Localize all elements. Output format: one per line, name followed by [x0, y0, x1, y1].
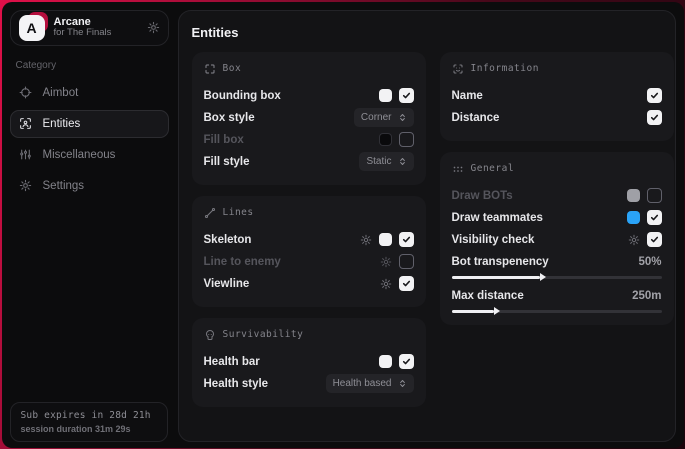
- sliders-icon: [19, 148, 32, 161]
- entity-scan-icon: [19, 117, 32, 130]
- sidebar-item-label: Miscellaneous: [43, 149, 116, 161]
- sidebar-item-label: Settings: [43, 180, 85, 192]
- setting-row-fill-box: Fill box: [204, 129, 414, 151]
- setting-row-health-bar: Health bar: [204, 351, 414, 373]
- bounding-box-color-swatch[interactable]: [379, 89, 392, 102]
- card-title: Survivability: [223, 329, 304, 340]
- lines-card: Lines Skeleton: [192, 196, 426, 307]
- distance-checkbox[interactable]: [647, 110, 662, 125]
- draw-bots-color-swatch[interactable]: [627, 189, 640, 202]
- name-checkbox[interactable]: [647, 88, 662, 103]
- chevrons-up-down-icon: [398, 379, 407, 388]
- fill-box-color-swatch[interactable]: [379, 133, 392, 146]
- app-logo: A: [19, 15, 45, 41]
- page-title: Entities: [192, 25, 675, 40]
- sidebar-item-entities[interactable]: Entities: [10, 110, 169, 138]
- viewline-checkbox[interactable]: [399, 276, 414, 291]
- app-window: A Arcane for The Finals Category: [2, 2, 684, 448]
- health-bar-color-swatch[interactable]: [379, 355, 392, 368]
- health-style-dropdown[interactable]: Health based: [326, 374, 414, 393]
- health-bar-checkbox[interactable]: [399, 354, 414, 369]
- sidebar-item-settings[interactable]: Settings: [10, 172, 169, 200]
- skeleton-settings-gear-icon[interactable]: [360, 234, 372, 246]
- skull-icon: [204, 329, 216, 341]
- bot-transparency-slider[interactable]: [452, 276, 662, 279]
- chevrons-up-down-icon: [398, 113, 407, 122]
- draw-teammates-color-swatch[interactable]: [627, 211, 640, 224]
- information-card: Information Name Distance: [440, 52, 674, 141]
- main-panel: Entities Box Bounding box: [178, 10, 676, 442]
- draw-bots-checkbox[interactable]: [647, 188, 662, 203]
- crosshair-icon: [19, 86, 32, 99]
- card-title: Information: [471, 63, 539, 74]
- setting-row-bounding-box: Bounding box: [204, 85, 414, 107]
- bot-transparency-group: Bot transpenency 50%: [452, 253, 662, 279]
- visibility-check-settings-gear-icon[interactable]: [628, 234, 640, 246]
- setting-row-health-style: Health style Health based: [204, 373, 414, 395]
- face-scan-icon: [452, 63, 464, 75]
- max-distance-slider[interactable]: [452, 310, 662, 313]
- sidebar-item-miscellaneous[interactable]: Miscellaneous: [10, 141, 169, 169]
- setting-row-visibility-check: Visibility check: [452, 229, 662, 251]
- column-left: Box Bounding box Box style: [192, 52, 426, 418]
- skeleton-checkbox[interactable]: [399, 232, 414, 247]
- sidebar-item-label: Entities: [43, 118, 81, 130]
- bot-transparency-value: 50%: [638, 256, 661, 268]
- line-to-enemy-settings-gear-icon[interactable]: [380, 256, 392, 268]
- grid-dots-icon: [452, 163, 464, 175]
- max-distance-slider-fill[interactable]: [452, 310, 494, 313]
- box-style-dropdown[interactable]: Corner: [354, 108, 414, 127]
- visibility-check-checkbox[interactable]: [647, 232, 662, 247]
- box-brackets-icon: [204, 63, 216, 75]
- column-right: Information Name Distance: [440, 52, 674, 418]
- survivability-card: Survivability Health bar Health style: [192, 318, 426, 407]
- chevrons-up-down-icon: [398, 157, 407, 166]
- line-to-enemy-checkbox[interactable]: [399, 254, 414, 269]
- general-card: General Draw BOTs Draw teammates: [440, 152, 674, 325]
- bounding-box-checkbox[interactable]: [399, 88, 414, 103]
- category-label: Category: [16, 60, 169, 71]
- max-distance-group: Max distance 250m: [452, 287, 662, 313]
- sidebar-item-label: Aimbot: [43, 87, 79, 99]
- setting-row-viewline: Viewline: [204, 273, 414, 295]
- session-duration-text: session duration 31m 29s: [21, 424, 157, 434]
- viewline-settings-gear-icon[interactable]: [380, 278, 392, 290]
- setting-row-box-style: Box style Corner: [204, 107, 414, 129]
- skeleton-color-swatch[interactable]: [379, 233, 392, 246]
- setting-row-line-to-enemy: Line to enemy: [204, 251, 414, 273]
- logo-initial: A: [19, 15, 45, 41]
- fill-box-checkbox[interactable]: [399, 132, 414, 147]
- setting-row-fill-style: Fill style Static: [204, 151, 414, 173]
- draw-teammates-checkbox[interactable]: [647, 210, 662, 225]
- bot-transparency-slider-fill[interactable]: [452, 276, 540, 279]
- sidebar: A Arcane for The Finals Category: [2, 2, 177, 448]
- sub-expires-text: Sub expires in 28d 21h: [21, 410, 157, 421]
- max-distance-value: 250m: [632, 290, 661, 302]
- sidebar-item-aimbot[interactable]: Aimbot: [10, 79, 169, 107]
- card-title: Box: [223, 63, 242, 74]
- card-title: General: [471, 163, 515, 174]
- card-title: Lines: [223, 207, 254, 218]
- setting-row-draw-bots: Draw BOTs: [452, 185, 662, 207]
- diagonal-line-icon: [204, 207, 216, 219]
- setting-row-name: Name: [452, 85, 662, 107]
- setting-row-distance: Distance: [452, 107, 662, 129]
- setting-row-skeleton: Skeleton: [204, 229, 414, 251]
- subscription-info-card: Sub expires in 28d 21h session duration …: [10, 402, 168, 442]
- logo-settings-gear-icon[interactable]: [147, 21, 160, 34]
- setting-row-draw-teammates: Draw teammates: [452, 207, 662, 229]
- logo-card: A Arcane for The Finals: [10, 10, 169, 46]
- fill-style-dropdown[interactable]: Static: [359, 152, 413, 171]
- app-subtitle: for The Finals: [54, 28, 138, 39]
- sidebar-nav: Aimbot Entities Miscel: [10, 79, 169, 200]
- gear-icon: [19, 179, 32, 192]
- box-card: Box Bounding box Box style: [192, 52, 426, 185]
